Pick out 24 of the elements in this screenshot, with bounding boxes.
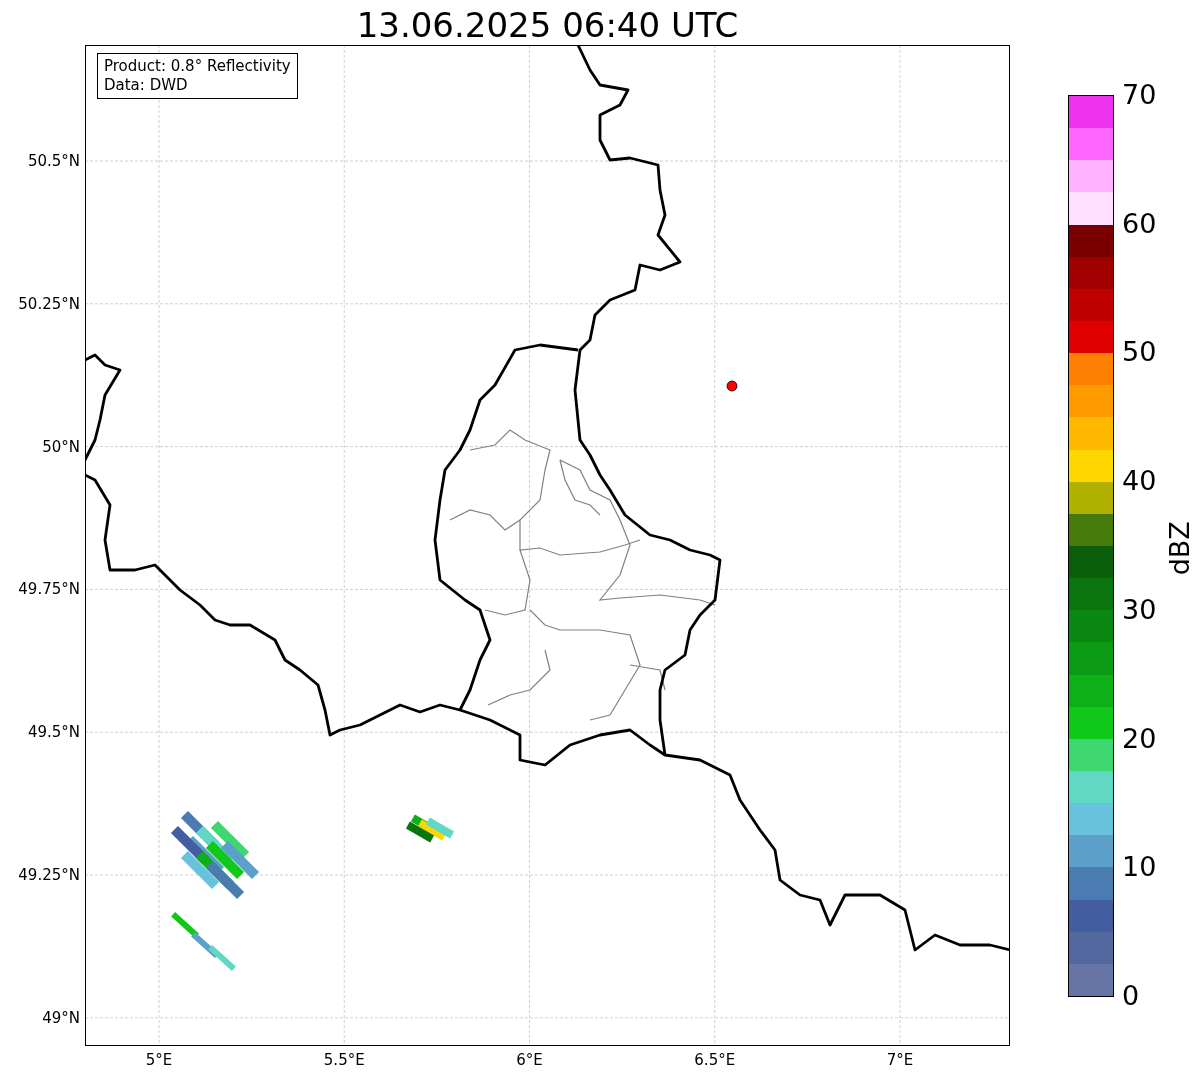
colorbar-tick-label: 40 [1122, 466, 1157, 497]
longitude-label: 6.5°E [693, 1051, 737, 1069]
latitude-label: 50°N [42, 437, 80, 456]
colorbar-tick-label: 10 [1122, 852, 1157, 883]
colorbar-tick-label: 50 [1122, 337, 1157, 368]
latitude-label: 50.5°N [27, 152, 80, 170]
colorbar-tick-label: 70 [1122, 80, 1157, 110]
longitude-label: 6°E [515, 1051, 544, 1069]
colorbar-tick-label: 30 [1122, 594, 1157, 625]
colorbar-tick-label: 20 [1122, 723, 1157, 754]
info-text: Product: 0.8° Reflectivity [104, 57, 291, 76]
latitude-label: 49.25°N [18, 866, 80, 884]
longitude-label: 5°E [144, 1051, 174, 1069]
latitude-label: 49°N [42, 1008, 80, 1027]
latitude-label: 50.25°N [18, 294, 80, 313]
latitude-label: 49.75°N [18, 580, 80, 599]
longitude-label: 7°E [885, 1051, 915, 1069]
chart-title: 13.06.2025 06:40 UTC [355, 4, 740, 46]
latitude-label: 49.5°N [27, 723, 80, 742]
info-text: Data: DWD [104, 76, 189, 95]
longitude-label: 5.5°E [322, 1051, 366, 1069]
colorbar-label: dBZ [1162, 519, 1196, 578]
colorbar-tick-label: 0 [1122, 981, 1140, 1011]
colorbar-tick-label: 60 [1122, 208, 1157, 239]
